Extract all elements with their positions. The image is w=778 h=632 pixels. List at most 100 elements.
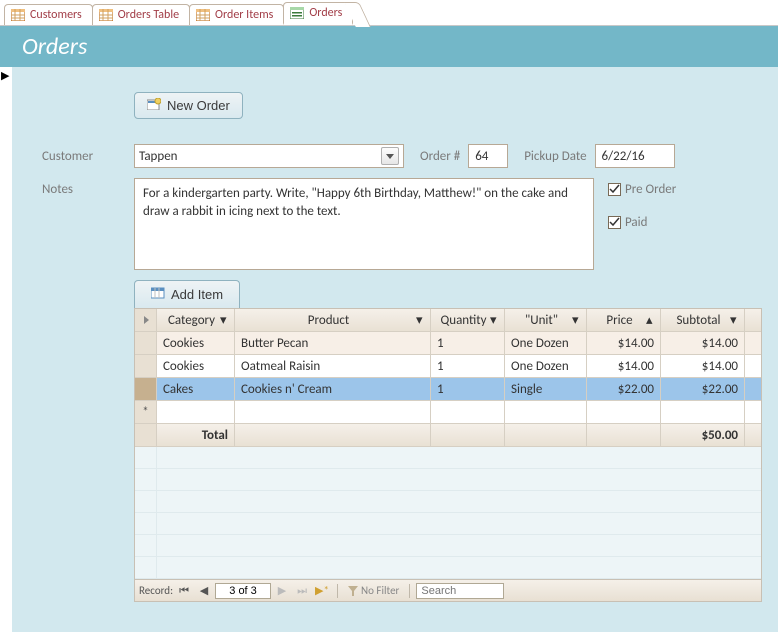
row-selector[interactable] xyxy=(135,332,157,355)
col-category[interactable]: Category▾ xyxy=(157,309,235,332)
table-row[interactable]: Cookies Oatmeal Raisin 1 One Dozen $14.0… xyxy=(135,355,761,378)
cell-spacer xyxy=(587,424,661,447)
items-grid: Category▾ Product▾ Quantity▾ "Unit"▾ Pri… xyxy=(134,308,762,602)
sort-icon: ▾ xyxy=(220,313,228,328)
nav-prev-button[interactable]: ◀ xyxy=(195,583,213,599)
notes-field[interactable] xyxy=(134,178,594,270)
total-label: Total xyxy=(157,424,235,447)
table-icon xyxy=(99,9,113,21)
cell-category[interactable]: Cookies xyxy=(157,332,235,355)
cell-subtotal[interactable] xyxy=(661,401,745,424)
cell-quantity[interactable]: 1 xyxy=(431,355,505,378)
cell-quantity[interactable]: 1 xyxy=(431,332,505,355)
pickup-date-field[interactable]: 6/22/16 xyxy=(595,144,675,168)
table-row[interactable]: Cookies Butter Pecan 1 One Dozen $14.00 … xyxy=(135,332,761,355)
nav-first-button[interactable]: ⏮ xyxy=(175,583,193,599)
grid-empty-area xyxy=(135,447,761,579)
preorder-label: Pre Order xyxy=(625,182,676,197)
cell-price[interactable] xyxy=(587,401,661,424)
total-value: $50.00 xyxy=(661,424,745,447)
customer-label: Customer xyxy=(42,149,134,164)
button-label: Add Item xyxy=(171,287,223,302)
cell-product[interactable]: Oatmeal Raisin xyxy=(235,355,431,378)
cell-price[interactable]: $14.00 xyxy=(587,355,661,378)
row-selector xyxy=(135,424,157,447)
order-num-value: 64 xyxy=(475,149,488,164)
order-num-label: Order # xyxy=(420,149,460,164)
add-item-button[interactable]: Add Item xyxy=(134,280,240,308)
sort-icon: ▾ xyxy=(730,313,738,328)
cell-product[interactable]: Butter Pecan xyxy=(235,332,431,355)
sort-icon: ▾ xyxy=(490,313,498,328)
cell-subtotal[interactable]: $14.00 xyxy=(661,355,745,378)
notes-label: Notes xyxy=(42,178,134,197)
tab-order-items[interactable]: Order Items xyxy=(189,4,284,25)
nav-last-button[interactable]: ⏭ xyxy=(293,583,311,599)
cell-unit[interactable]: One Dozen xyxy=(505,355,587,378)
col-price[interactable]: Price▴ xyxy=(587,309,661,332)
cell-price[interactable]: $22.00 xyxy=(587,378,661,401)
tab-label: Order Items xyxy=(215,8,273,22)
cell-unit[interactable]: One Dozen xyxy=(505,332,587,355)
customer-combobox[interactable]: Tappen xyxy=(134,144,404,168)
cell-quantity[interactable] xyxy=(431,401,505,424)
cell-quantity[interactable]: 1 xyxy=(431,378,505,401)
table-row[interactable]: Cakes Cookies n' Cream 1 Single $22.00 $… xyxy=(135,378,761,401)
row-selector[interactable] xyxy=(135,378,157,401)
col-quantity[interactable]: Quantity▾ xyxy=(431,309,505,332)
cell-subtotal[interactable]: $22.00 xyxy=(661,378,745,401)
cell-spacer xyxy=(431,424,505,447)
nav-search-field[interactable] xyxy=(416,583,504,599)
chevron-down-icon xyxy=(386,154,394,159)
cell-product[interactable] xyxy=(235,401,431,424)
page-title: Orders xyxy=(22,32,87,61)
sort-icon: ▾ xyxy=(416,313,424,328)
tab-orders-table[interactable]: Orders Table xyxy=(92,4,190,25)
check-icon xyxy=(609,217,620,228)
record-label: Record: xyxy=(139,584,173,597)
filter-indicator[interactable]: No Filter xyxy=(348,584,399,597)
tab-orders[interactable]: Orders xyxy=(283,2,353,25)
new-row-marker[interactable]: * xyxy=(135,401,157,424)
subform-nav-bar: Record: ⏮ ◀ ▶ ⏭ ▶* No Filter xyxy=(135,579,761,601)
filter-icon xyxy=(348,586,358,596)
new-order-icon xyxy=(147,98,161,113)
record-marker-icon: ▶ xyxy=(1,69,9,82)
preorder-checkbox[interactable] xyxy=(608,183,621,196)
table-icon xyxy=(11,9,25,21)
nav-new-button[interactable]: ▶* xyxy=(313,583,331,599)
add-item-icon xyxy=(151,287,165,302)
cell-product[interactable]: Cookies n' Cream xyxy=(235,378,431,401)
sort-asc-icon: ▴ xyxy=(646,313,654,328)
nav-position-field[interactable] xyxy=(215,583,271,599)
cell-category[interactable]: Cakes xyxy=(157,378,235,401)
cell-price[interactable]: $14.00 xyxy=(587,332,661,355)
tab-label: Orders Table xyxy=(118,8,179,22)
cell-category[interactable]: Cookies xyxy=(157,355,235,378)
table-icon xyxy=(196,9,210,21)
check-icon xyxy=(609,184,620,195)
nav-next-button[interactable]: ▶ xyxy=(273,583,291,599)
table-new-row[interactable]: * xyxy=(135,401,761,424)
col-subtotal[interactable]: Subtotal▾ xyxy=(661,309,745,332)
tab-customers[interactable]: Customers xyxy=(4,4,93,25)
grid-select-all[interactable] xyxy=(135,309,157,332)
col-product[interactable]: Product▾ xyxy=(235,309,431,332)
cell-unit[interactable] xyxy=(505,401,587,424)
grid-header-row: Category▾ Product▾ Quantity▾ "Unit"▾ Pri… xyxy=(135,309,761,332)
cell-spacer xyxy=(745,332,761,355)
col-unit[interactable]: "Unit"▾ xyxy=(505,309,587,332)
order-num-field[interactable]: 64 xyxy=(468,144,508,168)
cell-spacer xyxy=(745,401,761,424)
row-selector[interactable] xyxy=(135,355,157,378)
paid-checkbox[interactable] xyxy=(608,216,621,229)
tab-label: Customers xyxy=(30,8,82,22)
cell-unit[interactable]: Single xyxy=(505,378,587,401)
new-order-button[interactable]: New Order xyxy=(134,92,243,119)
form-content: ▶ New Order Customer Tappen Order # 64 P… xyxy=(0,67,778,632)
sort-icon: ▾ xyxy=(572,313,580,328)
cell-subtotal[interactable]: $14.00 xyxy=(661,332,745,355)
cell-category[interactable] xyxy=(157,401,235,424)
grid-total-row: Total $50.00 xyxy=(135,424,761,447)
dropdown-button[interactable] xyxy=(381,147,399,165)
